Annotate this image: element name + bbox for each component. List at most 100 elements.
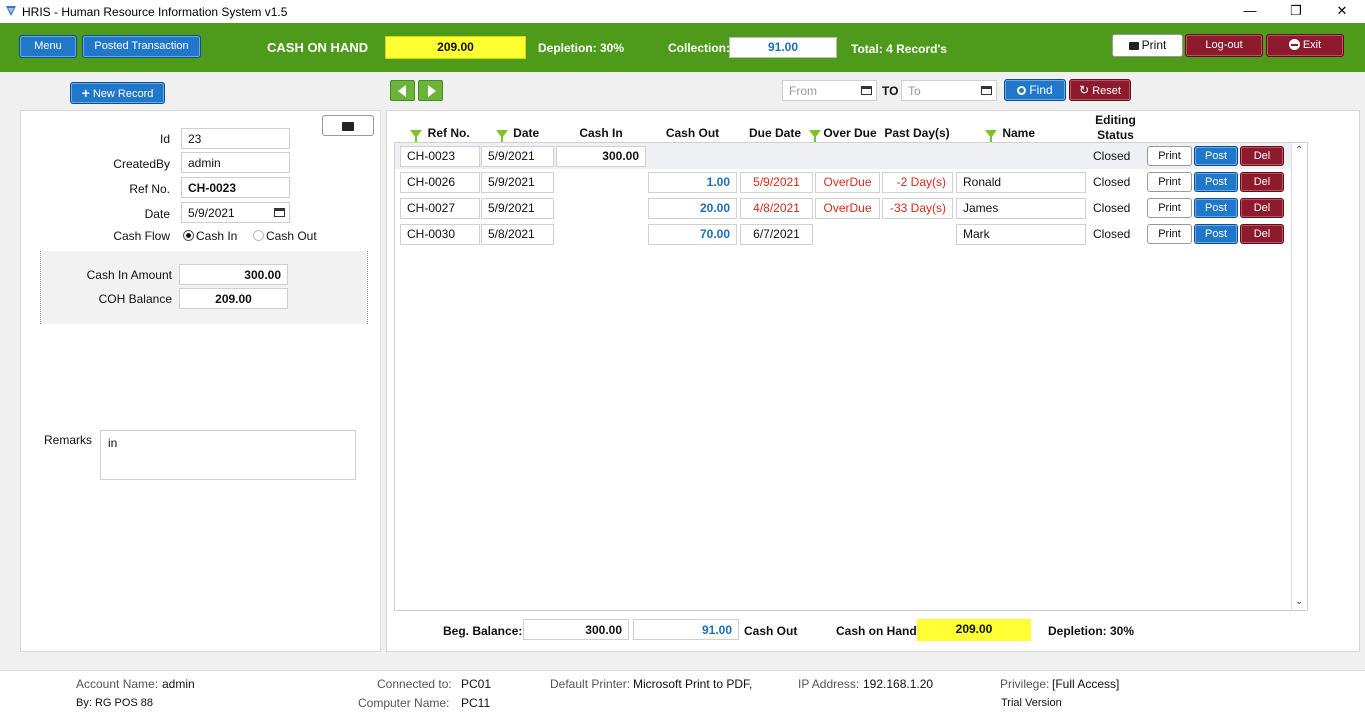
cell-cashin[interactable]: 300.00 bbox=[556, 146, 646, 167]
col-header-overdue-label: Over Due bbox=[823, 126, 877, 140]
col-header-cashout[interactable]: Cash Out bbox=[648, 126, 737, 140]
posted-transaction-button[interactable]: Posted Transaction bbox=[82, 35, 201, 58]
scroll-up-icon[interactable]: ⌃ bbox=[1295, 145, 1303, 156]
cell-duedate[interactable]: 4/8/2021 bbox=[740, 198, 813, 219]
to-label: TO bbox=[882, 84, 899, 98]
exit-button[interactable]: Exit bbox=[1266, 34, 1344, 57]
row-post-button[interactable]: Post bbox=[1194, 224, 1238, 244]
cashin-option-label: Cash In bbox=[196, 229, 238, 243]
new-record-label: New Record bbox=[92, 88, 154, 100]
top-toolbar: Menu Posted Transaction CASH ON HAND 209… bbox=[0, 23, 1365, 72]
col-header-overdue[interactable]: Over Due bbox=[807, 126, 879, 142]
cell-name[interactable]: Ronald bbox=[956, 172, 1086, 193]
cell-pastdays[interactable]: -33 Day(s) bbox=[882, 198, 953, 219]
app-logo-icon bbox=[6, 6, 16, 16]
date-field[interactable]: 5/9/2021 bbox=[181, 202, 290, 223]
to-placeholder: To bbox=[908, 84, 921, 98]
cell-name[interactable]: James bbox=[956, 198, 1086, 219]
row-post-button[interactable]: Post bbox=[1194, 198, 1238, 218]
filter-icon[interactable] bbox=[984, 129, 997, 142]
cashin-radio[interactable]: Cash In bbox=[183, 229, 237, 243]
print-button-label: Print bbox=[1141, 38, 1167, 52]
row-delete-button[interactable]: Del bbox=[1240, 198, 1284, 218]
row-delete-button[interactable]: Del bbox=[1240, 172, 1284, 192]
row-post-button[interactable]: Post bbox=[1194, 172, 1238, 192]
cell-overdue[interactable]: OverDue bbox=[815, 198, 880, 219]
filter-icon[interactable] bbox=[809, 129, 822, 142]
form-print-button[interactable] bbox=[322, 115, 374, 136]
cell-cashout[interactable]: 70.00 bbox=[648, 224, 737, 245]
prev-page-button[interactable] bbox=[390, 80, 415, 101]
next-page-button[interactable] bbox=[418, 80, 443, 101]
row-post-button[interactable]: Post bbox=[1194, 146, 1238, 166]
cell-date[interactable]: 5/9/2021 bbox=[481, 146, 554, 167]
row-print-button[interactable]: Print bbox=[1147, 198, 1192, 218]
maximize-button[interactable]: ❐ bbox=[1273, 0, 1319, 23]
new-record-button[interactable]: + New Record bbox=[70, 82, 165, 104]
row-print-button[interactable]: Print bbox=[1147, 146, 1192, 166]
cell-pastdays[interactable]: -2 Day(s) bbox=[882, 172, 953, 193]
radio-unchecked-icon bbox=[253, 230, 264, 241]
cell-refno[interactable]: CH-0030 bbox=[400, 224, 480, 245]
cell-cashout[interactable]: 20.00 bbox=[648, 198, 737, 219]
title-bar: HRIS - Human Resource Information System… bbox=[0, 0, 1365, 23]
menu-button[interactable]: Menu bbox=[19, 35, 77, 58]
close-button[interactable]: ✕ bbox=[1319, 0, 1365, 23]
row-print-button[interactable]: Print bbox=[1147, 172, 1192, 192]
col-header-cashin[interactable]: Cash In bbox=[556, 126, 646, 140]
id-field[interactable]: 23 bbox=[181, 128, 290, 149]
depletion-value: 30% bbox=[600, 41, 625, 55]
calendar-icon[interactable] bbox=[861, 86, 872, 95]
date-label: Date bbox=[144, 207, 170, 221]
to-date-input[interactable]: To bbox=[901, 80, 997, 101]
logout-button[interactable]: Log-out bbox=[1185, 34, 1263, 57]
calendar-icon[interactable] bbox=[981, 86, 992, 95]
row-print-button[interactable]: Print bbox=[1147, 224, 1192, 244]
minimize-button[interactable]: — bbox=[1227, 0, 1273, 23]
cashout-radio[interactable]: Cash Out bbox=[253, 229, 317, 243]
cell-refno[interactable]: CH-0027 bbox=[400, 198, 480, 219]
col-header-name[interactable]: Name bbox=[955, 126, 1065, 142]
cell-duedate[interactable]: 5/9/2021 bbox=[740, 172, 813, 193]
row-delete-button[interactable]: Del bbox=[1240, 224, 1284, 244]
beg-balance-label: Beg. Balance: bbox=[443, 624, 523, 638]
row-delete-button[interactable]: Del bbox=[1240, 146, 1284, 166]
scroll-down-icon[interactable]: ⌄ bbox=[1295, 596, 1303, 607]
cell-refno[interactable]: CH-0026 bbox=[400, 172, 480, 193]
cell-editing-status: Closed bbox=[1093, 227, 1131, 241]
createdby-field[interactable]: admin bbox=[181, 152, 290, 173]
print-button[interactable]: Print bbox=[1112, 34, 1183, 57]
cashin-amount-label: Cash In Amount bbox=[86, 268, 172, 282]
filter-icon[interactable] bbox=[410, 129, 423, 142]
trial-version-text: Trial Version bbox=[1001, 697, 1062, 709]
cashout-option-label: Cash Out bbox=[266, 229, 317, 243]
reset-button[interactable]: ↻ Reset bbox=[1069, 79, 1131, 101]
cell-date[interactable]: 5/8/2021 bbox=[481, 224, 554, 245]
from-date-input[interactable]: From bbox=[782, 80, 877, 101]
find-button[interactable]: Find bbox=[1004, 79, 1066, 101]
cell-duedate[interactable]: 6/7/2021 bbox=[740, 224, 813, 245]
col-header-editing-status[interactable]: Editing Status bbox=[1088, 113, 1143, 143]
col-header-pastdays[interactable]: Past Day(s) bbox=[881, 126, 953, 140]
filter-icon[interactable] bbox=[495, 129, 508, 142]
cell-editing-status: Closed bbox=[1093, 149, 1131, 163]
cell-name[interactable]: Mark bbox=[956, 224, 1086, 245]
col-header-refno[interactable]: Ref No. bbox=[400, 126, 480, 142]
printer-icon bbox=[1128, 42, 1139, 50]
calendar-icon[interactable] bbox=[274, 208, 285, 217]
remarks-textarea[interactable]: in bbox=[100, 430, 356, 480]
cell-date[interactable]: 5/9/2021 bbox=[481, 172, 554, 193]
cell-refno[interactable]: CH-0023 bbox=[400, 146, 480, 167]
coh-balance-label: COH Balance bbox=[98, 292, 172, 306]
computer-name-value: PC11 bbox=[461, 696, 491, 710]
cashin-amount-field[interactable]: 300.00 bbox=[179, 264, 288, 285]
cell-overdue[interactable]: OverDue bbox=[815, 172, 880, 193]
printer-value: Microsoft Print to PDF, bbox=[633, 677, 753, 691]
cell-date[interactable]: 5/9/2021 bbox=[481, 198, 554, 219]
computer-name-label: Computer Name: bbox=[358, 696, 450, 710]
vertical-scrollbar[interactable]: ⌃ ⌄ bbox=[1291, 143, 1307, 610]
col-header-duedate[interactable]: Due Date bbox=[740, 126, 810, 140]
cell-cashout[interactable]: 1.00 bbox=[648, 172, 737, 193]
col-header-date[interactable]: Date bbox=[481, 126, 554, 142]
refno-field[interactable]: CH-0023 bbox=[181, 177, 290, 198]
